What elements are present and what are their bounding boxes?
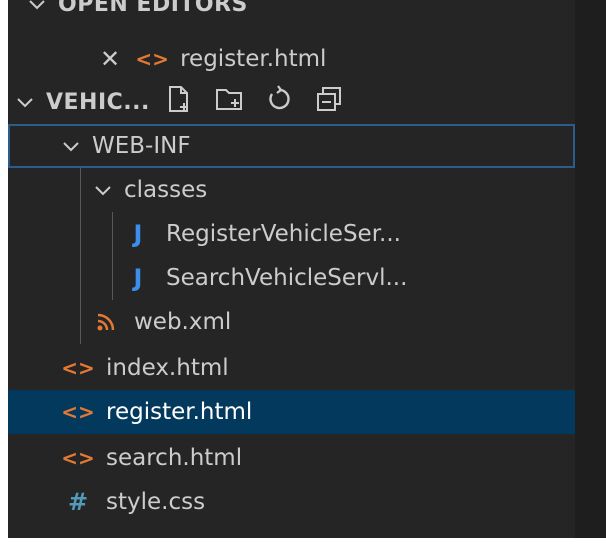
new-file-icon[interactable] [164,84,194,120]
java-file-icon: J [133,220,143,248]
explorer-panel: OPEN EDITORS ✕ <> register.html VEHIC... [8,0,575,538]
tree-file-register-html[interactable]: <> register.html [8,390,575,434]
file-label: SearchVehicleServl... [166,265,408,291]
file-label: style.css [106,489,206,515]
close-icon[interactable]: ✕ [100,45,120,73]
file-label: register.html [106,399,253,425]
html-file-icon: <> [135,47,169,71]
html-file-icon: <> [61,400,95,424]
tree-file-search-html[interactable]: <> search.html [8,436,575,480]
tree-folder-classes[interactable]: classes [8,168,575,212]
rss-xml-icon [92,311,120,333]
open-editor-label: register.html [180,46,327,72]
folder-label: WEB-INF [92,133,191,159]
tree-file-search-servlet[interactable]: J SearchVehicleServl... [8,256,575,300]
file-label: web.xml [134,309,232,335]
collapse-all-icon[interactable] [314,84,344,120]
java-file-icon: J [133,264,143,292]
editor-gutter [575,0,606,538]
tree-folder-web-inf[interactable]: WEB-INF [8,124,575,168]
file-label: search.html [106,445,243,471]
html-file-icon: <> [61,446,95,470]
tree-file-web-xml[interactable]: web.xml [8,300,575,344]
open-editors-header[interactable]: OPEN EDITORS [8,0,575,26]
open-editor-item[interactable]: ✕ <> register.html [8,37,575,81]
new-folder-icon[interactable] [214,84,244,120]
chevron-down-icon [92,179,114,201]
file-label: index.html [106,355,229,381]
html-file-icon: <> [61,356,95,380]
folder-label: classes [124,177,208,203]
workspace-name: VEHIC... [46,89,150,115]
refresh-icon[interactable] [264,84,294,120]
bottom-border [0,538,606,548]
chevron-down-icon [60,135,82,157]
workspace-header[interactable]: VEHIC... [8,80,575,124]
chevron-down-icon [14,91,36,113]
open-editors-header-label: OPEN EDITORS [58,0,248,17]
tree-file-index-html[interactable]: <> index.html [8,346,575,390]
file-label: RegisterVehicleSer... [166,221,401,247]
hash-css-icon: # [67,488,89,516]
tree-file-style-css[interactable]: # style.css [8,480,575,524]
explorer-toolbar [164,84,344,120]
tree-file-register-servlet[interactable]: J RegisterVehicleSer... [8,212,575,256]
chevron-down-icon [26,0,48,15]
